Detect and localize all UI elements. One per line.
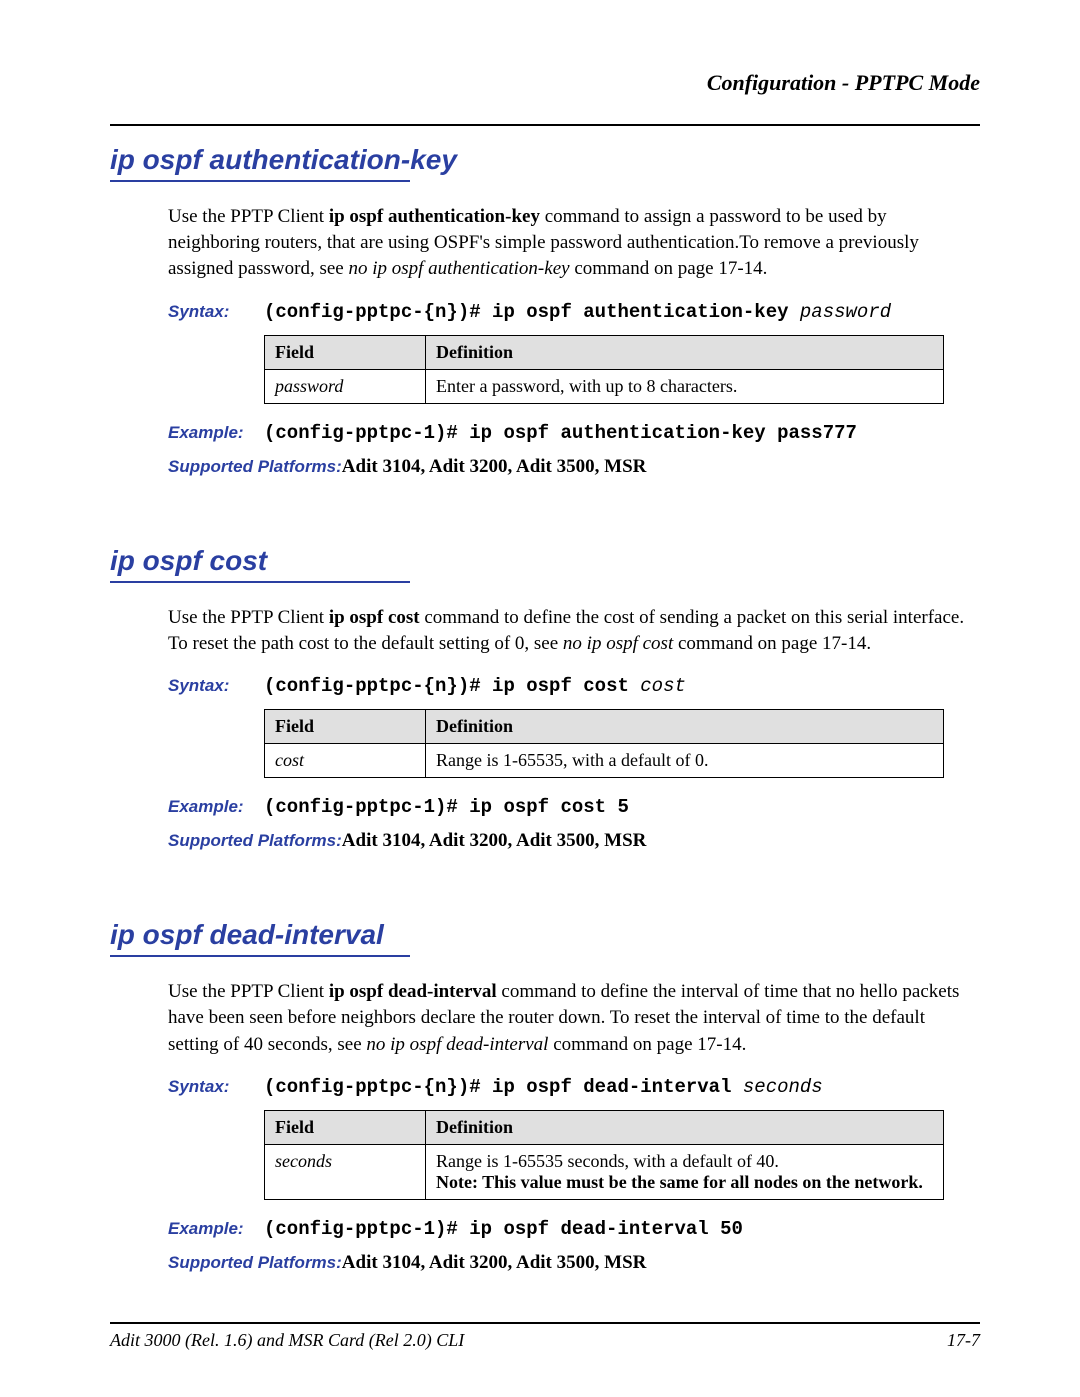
table-header-definition: Definition bbox=[426, 335, 944, 369]
section-gap bbox=[110, 864, 980, 919]
intro-pre: Use the PPTP Client bbox=[168, 206, 329, 227]
intro-paragraph: Use the PPTP Client ip ospf authenticati… bbox=[168, 204, 980, 283]
syntax-label: Syntax: bbox=[168, 676, 264, 696]
section-heading: ip ospf authentication-key bbox=[110, 144, 980, 176]
syntax-param: seconds bbox=[743, 1076, 823, 1098]
section-body: Use the PPTP Client ip ospf cost command… bbox=[168, 605, 980, 852]
heading-underline bbox=[110, 955, 410, 957]
platforms-value: Adit 3104, Adit 3200, Adit 3500, MSR bbox=[342, 830, 647, 852]
intro-post2: command on page 17-14. bbox=[673, 633, 871, 654]
intro-paragraph: Use the PPTP Client ip ospf dead-interva… bbox=[168, 979, 980, 1058]
table-header-row: Field Definition bbox=[265, 335, 944, 369]
table-header-definition: Definition bbox=[426, 710, 944, 744]
intro-cmd: ip ospf authentication-key bbox=[329, 206, 540, 227]
header-rule bbox=[110, 124, 980, 126]
example-label: Example: bbox=[168, 423, 264, 443]
syntax-row: Syntax: (config-pptpc-{n})# ip ospf cost… bbox=[168, 675, 980, 697]
intro-pre: Use the PPTP Client bbox=[168, 981, 329, 1002]
intro-pre: Use the PPTP Client bbox=[168, 607, 329, 628]
example-label: Example: bbox=[168, 797, 264, 817]
syntax-prefix: (config-pptpc-{n})# bbox=[264, 675, 492, 697]
syntax-param: password bbox=[800, 301, 891, 323]
intro-ref: no ip ospf authentication-key bbox=[348, 258, 569, 279]
syntax-row: Syntax: (config-pptpc-{n})# ip ospf dead… bbox=[168, 1076, 980, 1098]
table-cell-field: password bbox=[265, 369, 426, 403]
syntax-param: cost bbox=[640, 675, 686, 697]
running-header: Configuration - PPTPC Mode bbox=[110, 70, 980, 96]
intro-ref: no ip ospf dead-interval bbox=[366, 1034, 548, 1055]
section-body: Use the PPTP Client ip ospf dead-interva… bbox=[168, 979, 980, 1274]
table-row: password Enter a password, with up to 8 … bbox=[265, 369, 944, 403]
example-row: Example: (config-pptpc-1)# ip ospf cost … bbox=[168, 796, 980, 818]
platforms-value: Adit 3104, Adit 3200, Adit 3500, MSR bbox=[342, 1252, 647, 1274]
intro-ref: no ip ospf cost bbox=[563, 633, 673, 654]
syntax-cmd: ip ospf authentication-key bbox=[492, 301, 800, 323]
field-table: Field Definition seconds Range is 1-6553… bbox=[264, 1110, 944, 1200]
table-def-text: Range is 1-65535, with a default of 0. bbox=[436, 750, 708, 770]
table-header-field: Field bbox=[265, 335, 426, 369]
section-body: Use the PPTP Client ip ospf authenticati… bbox=[168, 204, 980, 478]
example-value: (config-pptpc-1)# ip ospf dead-interval … bbox=[264, 1218, 743, 1240]
table-def-note: Note: This value must be the same for al… bbox=[436, 1172, 923, 1192]
section-heading: ip ospf dead-interval bbox=[110, 919, 980, 951]
syntax-value: (config-pptpc-{n})# ip ospf cost cost bbox=[264, 675, 686, 697]
table-cell-definition: Range is 1-65535, with a default of 0. bbox=[426, 744, 944, 778]
syntax-prefix: (config-pptpc-{n})# bbox=[264, 301, 492, 323]
intro-cmd: ip ospf dead-interval bbox=[329, 981, 497, 1002]
table-def-text: Enter a password, with up to 8 character… bbox=[436, 376, 737, 396]
syntax-cmd: ip ospf dead-interval bbox=[492, 1076, 743, 1098]
table-row: seconds Range is 1-65535 seconds, with a… bbox=[265, 1144, 944, 1199]
table-def-text: Range is 1-65535 seconds, with a default… bbox=[436, 1151, 779, 1171]
heading-underline bbox=[110, 581, 410, 583]
platforms-row: Supported Platforms: Adit 3104, Adit 320… bbox=[168, 830, 980, 852]
example-value: (config-pptpc-1)# ip ospf cost 5 bbox=[264, 796, 629, 818]
table-header-field: Field bbox=[265, 1110, 426, 1144]
example-row: Example: (config-pptpc-1)# ip ospf dead-… bbox=[168, 1218, 980, 1240]
example-row: Example: (config-pptpc-1)# ip ospf authe… bbox=[168, 422, 980, 444]
syntax-prefix: (config-pptpc-{n})# bbox=[264, 1076, 492, 1098]
table-row: cost Range is 1-65535, with a default of… bbox=[265, 744, 944, 778]
table-cell-field: seconds bbox=[265, 1144, 426, 1199]
platforms-row: Supported Platforms: Adit 3104, Adit 320… bbox=[168, 1252, 980, 1274]
intro-paragraph: Use the PPTP Client ip ospf cost command… bbox=[168, 605, 980, 657]
page: Configuration - PPTPC Mode ip ospf authe… bbox=[0, 0, 1080, 1397]
syntax-value: (config-pptpc-{n})# ip ospf dead-interva… bbox=[264, 1076, 823, 1098]
table-cell-definition: Enter a password, with up to 8 character… bbox=[426, 369, 944, 403]
field-table: Field Definition password Enter a passwo… bbox=[264, 335, 944, 404]
platforms-row: Supported Platforms: Adit 3104, Adit 320… bbox=[168, 456, 980, 478]
footer-left: Adit 3000 (Rel. 1.6) and MSR Card (Rel 2… bbox=[110, 1330, 464, 1351]
table-header-definition: Definition bbox=[426, 1110, 944, 1144]
platforms-value: Adit 3104, Adit 3200, Adit 3500, MSR bbox=[342, 456, 647, 478]
table-header-field: Field bbox=[265, 710, 426, 744]
intro-post2: command on page 17-14. bbox=[570, 258, 768, 279]
table-header-row: Field Definition bbox=[265, 1110, 944, 1144]
example-label: Example: bbox=[168, 1219, 264, 1239]
platforms-label: Supported Platforms: bbox=[168, 457, 342, 477]
platforms-label: Supported Platforms: bbox=[168, 1253, 342, 1273]
footer-right: 17-7 bbox=[947, 1330, 980, 1351]
section-gap bbox=[110, 490, 980, 545]
platforms-label: Supported Platforms: bbox=[168, 831, 342, 851]
syntax-cmd: ip ospf cost bbox=[492, 675, 640, 697]
syntax-row: Syntax: (config-pptpc-{n})# ip ospf auth… bbox=[168, 301, 980, 323]
syntax-value: (config-pptpc-{n})# ip ospf authenticati… bbox=[264, 301, 891, 323]
section-heading: ip ospf cost bbox=[110, 545, 980, 577]
footer-row: Adit 3000 (Rel. 1.6) and MSR Card (Rel 2… bbox=[110, 1330, 980, 1351]
intro-cmd: ip ospf cost bbox=[329, 607, 420, 628]
intro-post2: command on page 17-14. bbox=[548, 1034, 746, 1055]
table-cell-field: cost bbox=[265, 744, 426, 778]
heading-underline bbox=[110, 180, 410, 182]
page-footer: Adit 3000 (Rel. 1.6) and MSR Card (Rel 2… bbox=[110, 1322, 980, 1351]
syntax-label: Syntax: bbox=[168, 1077, 264, 1097]
example-value: (config-pptpc-1)# ip ospf authentication… bbox=[264, 422, 857, 444]
table-cell-definition: Range is 1-65535 seconds, with a default… bbox=[426, 1144, 944, 1199]
field-table: Field Definition cost Range is 1-65535, … bbox=[264, 709, 944, 778]
syntax-label: Syntax: bbox=[168, 302, 264, 322]
footer-rule bbox=[110, 1322, 980, 1324]
table-header-row: Field Definition bbox=[265, 710, 944, 744]
